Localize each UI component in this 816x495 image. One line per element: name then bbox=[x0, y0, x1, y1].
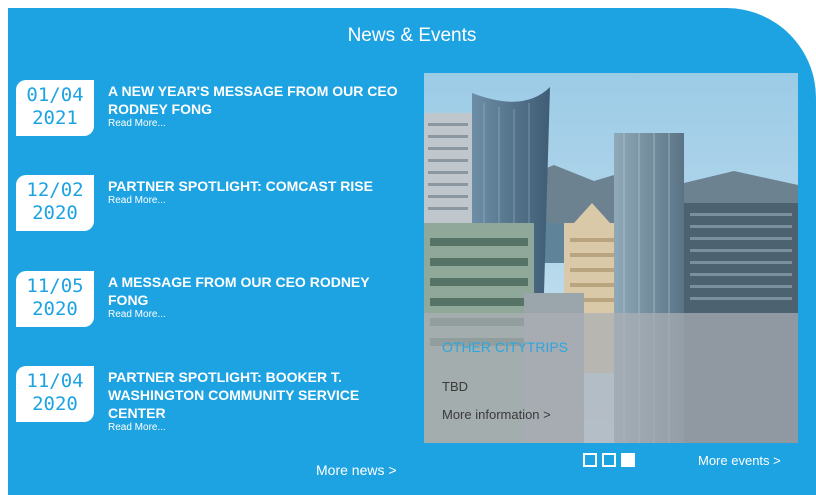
date-day-month: 11/05 bbox=[26, 275, 84, 297]
news-title-text[interactable]: A MESSAGE FROM OUR CEO RODNEY FONG bbox=[108, 274, 369, 308]
news-title[interactable]: A NEW YEAR'S MESSAGE FROM OUR CEO RODNEY… bbox=[108, 82, 398, 130]
more-information-link[interactable]: More information > bbox=[442, 407, 551, 422]
carousel-dot-3-active[interactable] bbox=[621, 453, 635, 467]
date-badge: 01/04 2021 bbox=[16, 80, 94, 136]
date-day-month: 01/04 bbox=[26, 84, 84, 106]
date-year: 2021 bbox=[32, 107, 78, 129]
more-events-link[interactable]: More events > bbox=[698, 453, 781, 468]
read-more-link[interactable]: Read More... bbox=[108, 422, 398, 434]
carousel-pagination bbox=[583, 453, 640, 467]
news-item: 01/04 2021 A NEW YEAR'S MESSAGE FROM OUR… bbox=[16, 80, 416, 170]
news-title-text[interactable]: PARTNER SPOTLIGHT: COMCAST RISE bbox=[108, 178, 373, 194]
carousel-dot-2[interactable] bbox=[602, 453, 616, 467]
date-year: 2020 bbox=[32, 298, 78, 320]
carousel-dot-1[interactable] bbox=[583, 453, 597, 467]
read-more-link[interactable]: Read More... bbox=[108, 195, 398, 207]
date-day-month: 12/02 bbox=[26, 179, 84, 201]
news-item: 11/04 2020 PARTNER SPOTLIGHT: BOOKER T. … bbox=[16, 366, 416, 456]
section-heading: News & Events bbox=[347, 25, 477, 46]
news-title-text[interactable]: A NEW YEAR'S MESSAGE FROM OUR CEO RODNEY… bbox=[108, 83, 398, 117]
date-badge: 11/04 2020 bbox=[16, 366, 94, 422]
news-item: 11/05 2020 A MESSAGE FROM OUR CEO RODNEY… bbox=[16, 271, 416, 361]
news-title[interactable]: PARTNER SPOTLIGHT: COMCAST RISE Read Mor… bbox=[108, 177, 398, 207]
read-more-link[interactable]: Read More... bbox=[108, 118, 398, 130]
read-more-link[interactable]: Read More... bbox=[108, 309, 398, 321]
news-title[interactable]: A MESSAGE FROM OUR CEO RODNEY FONG Read … bbox=[108, 273, 398, 321]
date-badge: 11/05 2020 bbox=[16, 271, 94, 327]
date-badge: 12/02 2020 bbox=[16, 175, 94, 231]
news-item: 12/02 2020 PARTNER SPOTLIGHT: COMCAST RI… bbox=[16, 175, 416, 265]
date-year: 2020 bbox=[32, 393, 78, 415]
news-title[interactable]: PARTNER SPOTLIGHT: BOOKER T. WASHINGTON … bbox=[108, 368, 398, 434]
event-description: TBD bbox=[442, 379, 468, 394]
event-title[interactable]: OTHER CITYTRIPS bbox=[442, 339, 568, 355]
date-day-month: 11/04 bbox=[26, 370, 84, 392]
more-news-link[interactable]: More news > bbox=[316, 462, 397, 478]
date-year: 2020 bbox=[32, 202, 78, 224]
news-title-text[interactable]: PARTNER SPOTLIGHT: BOOKER T. WASHINGTON … bbox=[108, 369, 359, 421]
event-caption-overlay: OTHER CITYTRIPS TBD More information > bbox=[424, 313, 798, 443]
event-feature-card[interactable]: OTHER CITYTRIPS TBD More information > bbox=[424, 73, 798, 443]
